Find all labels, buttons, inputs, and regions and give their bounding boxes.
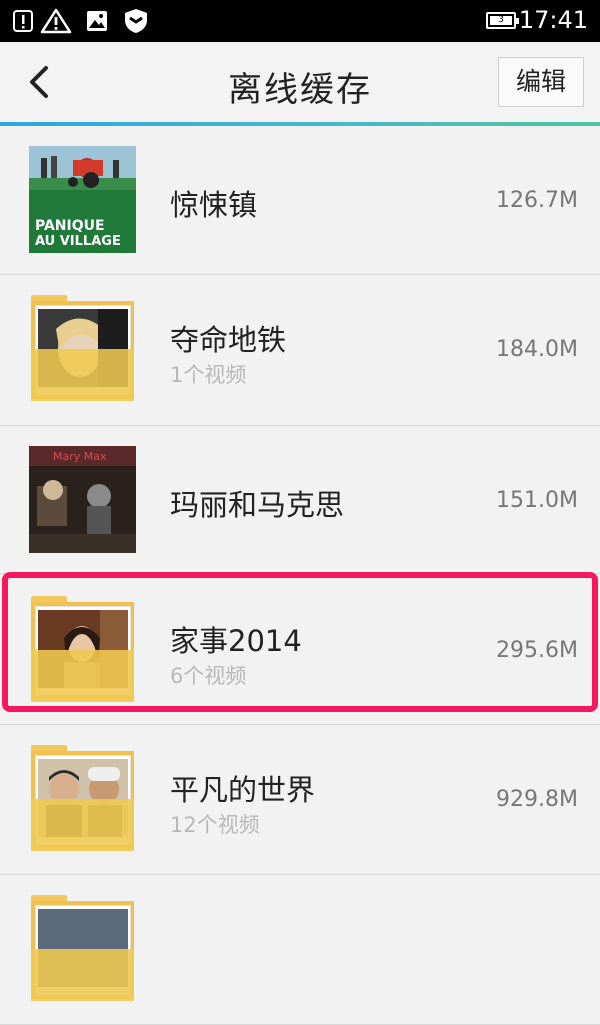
list-item[interactable]: 家事2014 6个视频 295.6M	[0, 574, 600, 725]
item-title: 家事2014	[170, 624, 302, 658]
item-size: 184.0M	[496, 337, 578, 362]
poster-image: PANIQUE AU VILLAGE	[29, 146, 136, 253]
item-size: 151.0M	[496, 488, 578, 513]
item-size: 929.8M	[496, 787, 578, 812]
folder-thumbnail	[29, 295, 136, 402]
poster-image: Mary Max	[29, 446, 136, 553]
list-item[interactable]: 夺命地铁 1个视频 184.0M	[0, 275, 600, 426]
item-video-count: 12个视频	[170, 813, 260, 837]
edit-button[interactable]: 编辑	[498, 57, 584, 107]
list-item[interactable]	[0, 875, 600, 1025]
list-item[interactable]: 平凡的世界 12个视频 929.8M	[0, 725, 600, 875]
folder-icon	[29, 295, 136, 402]
battery-level: 3	[490, 16, 512, 25]
list-item[interactable]: PANIQUE AU VILLAGE 惊悚镇 126.7M	[0, 126, 600, 275]
item-title: 惊悚镇	[170, 188, 258, 222]
item-title: 平凡的世界	[170, 773, 316, 807]
shield-icon	[125, 9, 147, 33]
list-item[interactable]: Mary Max 玛丽和马克思 151.0M	[0, 426, 600, 574]
status-bar: 3 17:41	[0, 0, 600, 42]
svg-text:PANIQUE: PANIQUE	[35, 218, 105, 234]
video-thumbnail: Mary Max	[29, 446, 136, 553]
folder-icon	[29, 596, 136, 703]
svg-text:AU VILLAGE: AU VILLAGE	[35, 234, 121, 249]
offline-cache-list: PANIQUE AU VILLAGE 惊悚镇 126.7M 夺命地铁 1个视频 …	[0, 126, 600, 1025]
svg-text:Mary Max: Mary Max	[53, 450, 107, 463]
item-title: 夺命地铁	[170, 323, 287, 357]
image-icon	[87, 11, 107, 31]
item-size: 126.7M	[496, 188, 578, 213]
folder-thumbnail	[29, 596, 136, 703]
alert-icon	[13, 10, 33, 32]
item-video-count: 6个视频	[170, 664, 247, 688]
folder-thumbnail	[29, 895, 136, 1002]
item-video-count: 1个视频	[170, 363, 247, 387]
folder-icon	[29, 895, 136, 1002]
clock: 17:41	[518, 6, 588, 34]
folder-thumbnail	[29, 745, 136, 852]
item-size: 295.6M	[496, 638, 578, 663]
video-thumbnail: PANIQUE AU VILLAGE	[29, 146, 136, 253]
item-title: 玛丽和马克思	[170, 488, 345, 522]
battery-icon: 3	[486, 12, 519, 29]
warning-icon	[40, 8, 72, 34]
title-bar: 离线缓存 编辑	[0, 42, 600, 122]
folder-icon	[29, 745, 136, 852]
